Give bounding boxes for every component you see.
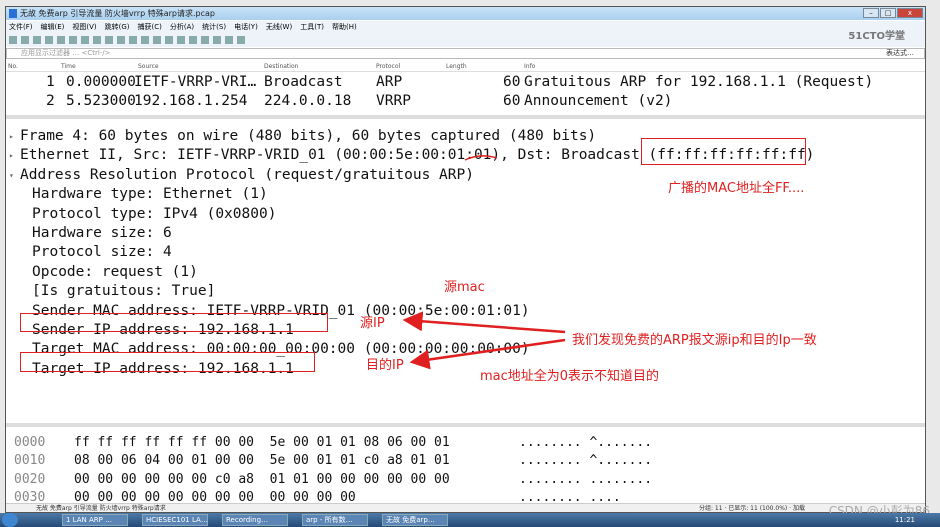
taskbar-item[interactable]: HCIESEC101 LA… [142, 514, 208, 526]
start-button[interactable] [2, 513, 18, 527]
taskbar: 11:21 1 LAN ARP … HCIESEC101 LA… Recording… [0, 513, 940, 527]
underline-mark [464, 155, 498, 161]
taskbar-item[interactable]: arp - 所有数… [302, 514, 368, 526]
arrow-to-src-ip [402, 311, 566, 334]
taskbar-item[interactable]: 1 LAN ARP … [62, 514, 128, 526]
taskbar-item[interactable]: 无故 免费arp… [382, 514, 448, 526]
taskbar-item[interactable]: Recording… [222, 514, 288, 526]
arrow-to-dst-ip [409, 338, 566, 370]
annotation-arrows [402, 155, 566, 370]
clock: 11:21 [894, 516, 915, 524]
